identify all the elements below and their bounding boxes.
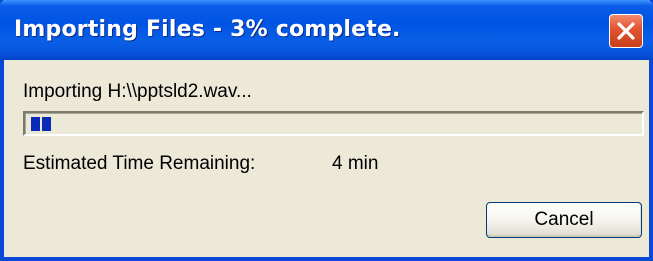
eta-label: Estimated Time Remaining: [23, 153, 256, 174]
import-status-text: Importing H:\\pptsld2.wav... [23, 81, 252, 102]
progress-bar [23, 111, 644, 136]
close-x-icon [617, 22, 635, 40]
dialog-body: Importing H:\\pptsld2.wav... Estimated T… [4, 60, 649, 257]
progress-chunk [31, 117, 40, 131]
import-progress-dialog: Importing Files - 3% complete. Importing… [0, 0, 653, 261]
close-button[interactable] [609, 14, 643, 48]
cancel-button[interactable]: Cancel [486, 202, 642, 238]
title-bar[interactable]: Importing Files - 3% complete. [0, 0, 653, 60]
progress-bar-fill [31, 117, 51, 131]
eta-value: 4 min [332, 153, 379, 174]
dialog-title: Importing Files - 3% complete. [14, 17, 401, 42]
progress-chunk [42, 117, 51, 131]
